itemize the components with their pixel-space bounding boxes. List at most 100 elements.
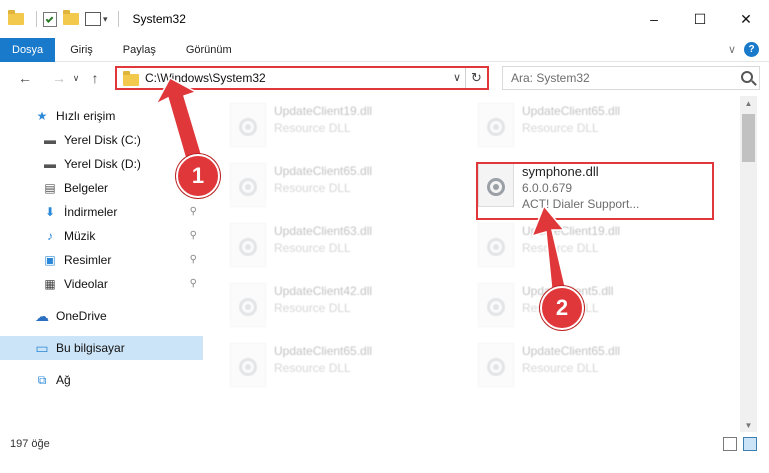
- file-description: Resource DLL: [522, 241, 599, 255]
- back-button[interactable]: ←: [14, 67, 36, 89]
- sidebar-item-label: Yerel Disk (D:): [64, 157, 141, 171]
- file-description: Resource DLL: [522, 361, 599, 375]
- pin-icon[interactable]: ⚲: [190, 278, 197, 289]
- scroll-thumb[interactable]: [742, 114, 755, 162]
- star-icon: ★: [36, 109, 48, 123]
- address-bar[interactable]: C:\Windows\System32 ∨ ↻: [115, 66, 489, 90]
- sidebar-item-music[interactable]: ♪ Müzik ⚲: [0, 224, 203, 248]
- recent-locations-chevron-icon[interactable]: ∨: [70, 67, 82, 89]
- file-tile[interactable]: UpdateClient65.dll Resource DLL: [454, 336, 692, 394]
- drive-icon: ▬: [44, 157, 56, 171]
- sidebar-item-documents[interactable]: ▤ Belgeler: [0, 176, 203, 200]
- scroll-down-arrow-icon[interactable]: ▼: [740, 418, 757, 432]
- file-description: Resource DLL: [274, 181, 351, 195]
- pin-icon[interactable]: ⚲: [190, 230, 197, 241]
- folder-icon: [8, 10, 24, 25]
- dll-file-icon: [478, 103, 514, 147]
- pin-icon[interactable]: ⚲: [190, 206, 197, 217]
- file-name: UpdateClient42.dll: [274, 284, 373, 298]
- sidebar-item-label: Ağ: [56, 373, 71, 387]
- sidebar-item-label: Videolar: [64, 277, 108, 291]
- file-name: UpdateClient65.dll: [522, 104, 621, 118]
- computer-icon: ▭: [35, 339, 49, 356]
- file-tile[interactable]: UpdateClient65.dll Resource DLL: [454, 96, 692, 154]
- sidebar-item-label: Bu bilgisayar: [56, 341, 125, 355]
- sidebar-item-onedrive[interactable]: ☁ OneDrive: [0, 304, 203, 328]
- file-list: UpdateClient19.dll Resource DLL UpdateCli…: [206, 96, 739, 432]
- tab-home[interactable]: Giriş: [55, 38, 108, 62]
- file-tile[interactable]: UpdateClient19.dll Resource DLL: [206, 96, 444, 154]
- tab-file[interactable]: Dosya: [0, 37, 56, 62]
- pin-icon[interactable]: ⚲: [190, 134, 197, 145]
- properties-icon[interactable]: [43, 11, 57, 27]
- vertical-scrollbar[interactable]: ▲ ▼: [740, 96, 757, 432]
- customize-toolbar-chevron-icon[interactable]: ▾: [103, 14, 108, 25]
- folder-icon: [123, 70, 139, 86]
- details-view-icon[interactable]: [723, 437, 737, 451]
- file-description: Resource DLL: [274, 121, 351, 135]
- window-title: System32: [132, 12, 186, 26]
- dll-file-icon: [478, 283, 514, 327]
- sidebar-item-label: Resimler: [64, 253, 112, 267]
- file-description: Resource DLL: [274, 241, 351, 255]
- video-icon: ▦: [44, 277, 56, 291]
- tab-view[interactable]: Görünüm: [171, 38, 247, 62]
- status-bar: 197 öğe: [0, 432, 769, 456]
- sidebar-item-label: Müzik: [64, 229, 96, 243]
- file-name: UpdateClient65.dll: [274, 164, 373, 178]
- close-button[interactable]: ✕: [723, 0, 769, 38]
- file-tile[interactable]: UpdateClient65.dll Resource DLL: [206, 156, 444, 214]
- sidebar-item-local-disk-d[interactable]: ▬ Yerel Disk (D:): [0, 152, 203, 176]
- sidebar-item-quick-access[interactable]: ★ Hızlı erişim: [0, 104, 203, 128]
- expand-ribbon-chevron-icon[interactable]: ∨: [728, 43, 736, 56]
- refresh-button[interactable]: ↻: [465, 68, 487, 88]
- view-toggle: [723, 437, 757, 451]
- step-badge-2: 2: [540, 286, 584, 330]
- ribbon-controls: ∨ ?: [728, 42, 759, 57]
- view-options-icon[interactable]: [85, 12, 101, 26]
- sidebar-item-label: Hızlı erişim: [56, 109, 116, 123]
- address-dropdown-chevron-icon[interactable]: ∨: [453, 71, 461, 84]
- new-folder-icon[interactable]: [63, 10, 79, 25]
- search-input[interactable]: Ara: System32: [502, 66, 760, 90]
- dll-file-icon: [230, 343, 266, 387]
- separator: [117, 11, 119, 27]
- pin-icon[interactable]: ⚲: [190, 254, 197, 265]
- sidebar-item-videos[interactable]: ▦ Videolar ⚲: [0, 272, 203, 296]
- search-placeholder: Ara: System32: [511, 71, 590, 85]
- file-tile[interactable]: UpdateClient63.dll Resource DLL: [206, 216, 444, 274]
- sidebar-item-this-pc[interactable]: ▭ Bu bilgisayar: [0, 336, 203, 360]
- help-icon[interactable]: ?: [744, 42, 759, 57]
- title-bar: ▾ System32 – ☐ ✕: [0, 0, 769, 38]
- sidebar-item-label: Yerel Disk (C:): [64, 133, 141, 147]
- maximize-button[interactable]: ☐: [677, 0, 723, 38]
- dll-file-icon: [230, 223, 266, 267]
- dll-file-icon: [230, 283, 266, 327]
- file-tile[interactable]: UpdateClient19.dll Resource DLL: [454, 216, 692, 274]
- tiles-view-icon[interactable]: [743, 437, 757, 451]
- window-controls: – ☐ ✕: [631, 0, 769, 38]
- up-button[interactable]: ↑: [84, 67, 106, 89]
- music-icon: ♪: [47, 229, 53, 243]
- search-icon: [741, 71, 753, 83]
- sidebar-item-downloads[interactable]: ⬇ İndirmeler ⚲: [0, 200, 203, 224]
- tab-share[interactable]: Paylaş: [108, 38, 171, 62]
- file-tile[interactable]: UpdateClient42.dll Resource DLL: [206, 276, 444, 334]
- quick-access-toolbar: ▾ System32: [0, 0, 186, 38]
- cloud-icon: ☁: [35, 307, 49, 324]
- file-tile[interactable]: UpdateClient65.dll Resource DLL: [206, 336, 444, 394]
- pictures-icon: ▣: [44, 253, 56, 267]
- sidebar-item-pictures[interactable]: ▣ Resimler ⚲: [0, 248, 203, 272]
- address-path: C:\Windows\System32: [145, 71, 266, 85]
- sidebar-item-network[interactable]: ⧉ Ağ: [0, 368, 203, 392]
- sidebar-item-local-disk-c[interactable]: ▬ Yerel Disk (C:) ⚲: [0, 128, 203, 152]
- step-badge-1: 1: [176, 154, 220, 198]
- file-name: UpdateClient65.dll: [274, 344, 373, 358]
- forward-button[interactable]: →: [48, 67, 70, 89]
- scroll-up-arrow-icon[interactable]: ▲: [740, 96, 757, 110]
- minimize-button[interactable]: –: [631, 0, 677, 38]
- file-description: Resource DLL: [274, 301, 351, 315]
- ribbon-tabs: Dosya Giriş Paylaş Görünüm ∨ ?: [0, 37, 769, 62]
- dll-file-icon: [230, 103, 266, 147]
- highlight-box: [476, 162, 714, 220]
